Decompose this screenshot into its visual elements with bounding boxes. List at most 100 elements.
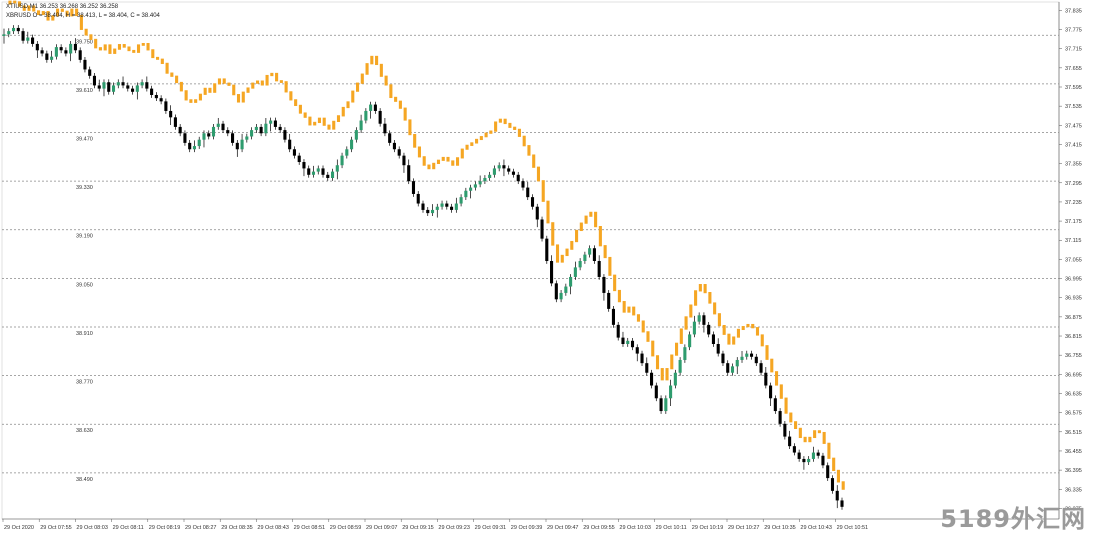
overlay-bar [332,120,336,130]
overlay-bar [408,119,412,136]
candle-body-down [778,411,782,424]
candle-body-down [326,174,330,178]
candle-body-down [797,452,801,459]
overlay-bar [827,442,831,459]
overlay-bar [355,82,360,92]
overlay-bar [217,78,222,85]
candle-body-down [235,142,239,150]
time-axis-tick-label: 29 Oct 10:43 [800,525,832,531]
candle-body-up [454,203,458,210]
candle-body-up [254,126,258,131]
overlay-bar [555,244,560,263]
candle-body-up [459,197,463,204]
time-axis-tick-label: 29 Oct 08:27 [185,525,217,531]
candle-body-down [73,43,77,51]
candle-body-up [102,82,106,89]
overlay-bar [375,55,379,66]
overlay-bar [455,157,460,166]
candle-body-down [707,324,711,335]
overlay-bar [198,93,202,101]
overlay-bar [322,117,326,126]
overlay-bar [427,164,431,170]
candle-body-down [292,149,296,156]
candle-body-down [830,478,835,491]
overlay-bar [113,48,117,54]
candle-body-up [240,139,244,150]
time-axis-tick-label: 29 Oct 09:55 [583,525,615,531]
overlay-bar [251,82,255,89]
right-axis-tick-label: 37.835 [1065,8,1082,14]
left-axis-tick-label: 39.190 [76,234,93,240]
candle-body-down [783,423,787,437]
candle-body-up [807,458,811,463]
candle-body-up [697,315,701,322]
candle-body-up [216,123,220,127]
candle-body-up [578,261,582,268]
candle-body-down [154,94,158,99]
overlay-bar [498,118,502,123]
overlay-bar [146,42,150,51]
candle-body-down [516,174,520,182]
candle-body-down [230,133,235,143]
chart-window[interactable]: 39.750 39.610 39.470 39.330 39.190 39.050 38.9… [0,0,1094,538]
candle-body-up [354,130,358,140]
candle-body-up [192,146,197,150]
overlay-bar [98,47,102,51]
price-chart[interactable]: 39.750 39.610 39.470 39.330 39.190 39.050 38.9… [0,0,1094,538]
candle-body-down [592,248,596,261]
overlay-bar [808,436,812,443]
candle-body-down [835,490,839,501]
left-axis-tick-label: 38.910 [76,331,93,337]
candle-body-down [83,59,87,70]
candle-body-down [278,126,282,131]
candle-body-down [597,261,601,277]
overlay-bar [389,84,393,99]
overlay-bar [551,222,555,246]
candle-body-down [711,334,715,345]
candle-body-down [226,130,230,134]
overlay-bar [684,316,688,330]
overlay-bar [532,154,536,168]
overlay-bar [665,368,669,381]
candle-body-down [121,82,125,86]
candle-body-up [135,85,139,92]
overlay-bar [598,226,602,247]
candle-body-down [702,315,706,325]
candle-body-down [188,142,192,150]
left-axis-tick-label: 38.490 [76,477,93,483]
overlay-bar [89,34,93,41]
overlay-bar [817,430,821,434]
candle-body-up [692,321,696,335]
candle-body-down [164,101,168,111]
right-axis-tick-label: 37.355 [1065,162,1082,168]
overlay-bar [208,87,212,93]
candle-body-down [607,292,611,309]
candle-body-up [626,340,630,345]
candle-body-up [497,165,501,169]
overlay-bar [232,84,236,96]
candle-body-up [7,31,11,35]
candle-body-up [116,82,120,86]
overlay-bar [732,336,736,345]
overlay-bar [222,78,226,84]
candle-body-up [50,56,54,60]
right-axis-tick-label: 37.475 [1065,123,1082,129]
overlay-bar [117,44,122,50]
overlay-bar [127,46,131,52]
time-axis-tick-label: 29 Oct 09:39 [511,525,543,531]
overlay-bar [627,306,631,313]
overlay-bar [694,290,698,306]
time-axis-tick-label: 29 Oct 09:47 [547,525,579,531]
overlay-bar [327,124,331,130]
overlay-bar [289,91,293,101]
candle-body-down [450,206,454,210]
candle-body-down [126,85,130,89]
overlay-bar [560,254,564,263]
overlay-bar [794,421,798,429]
right-axis-tick-label: 37.295 [1065,181,1082,187]
time-axis-tick-label: 29 Oct 08:43 [257,525,289,531]
overlay-bar [584,215,588,224]
overlay-bar [698,284,702,292]
candle-body-up [440,203,444,207]
overlay-bar [351,90,355,103]
